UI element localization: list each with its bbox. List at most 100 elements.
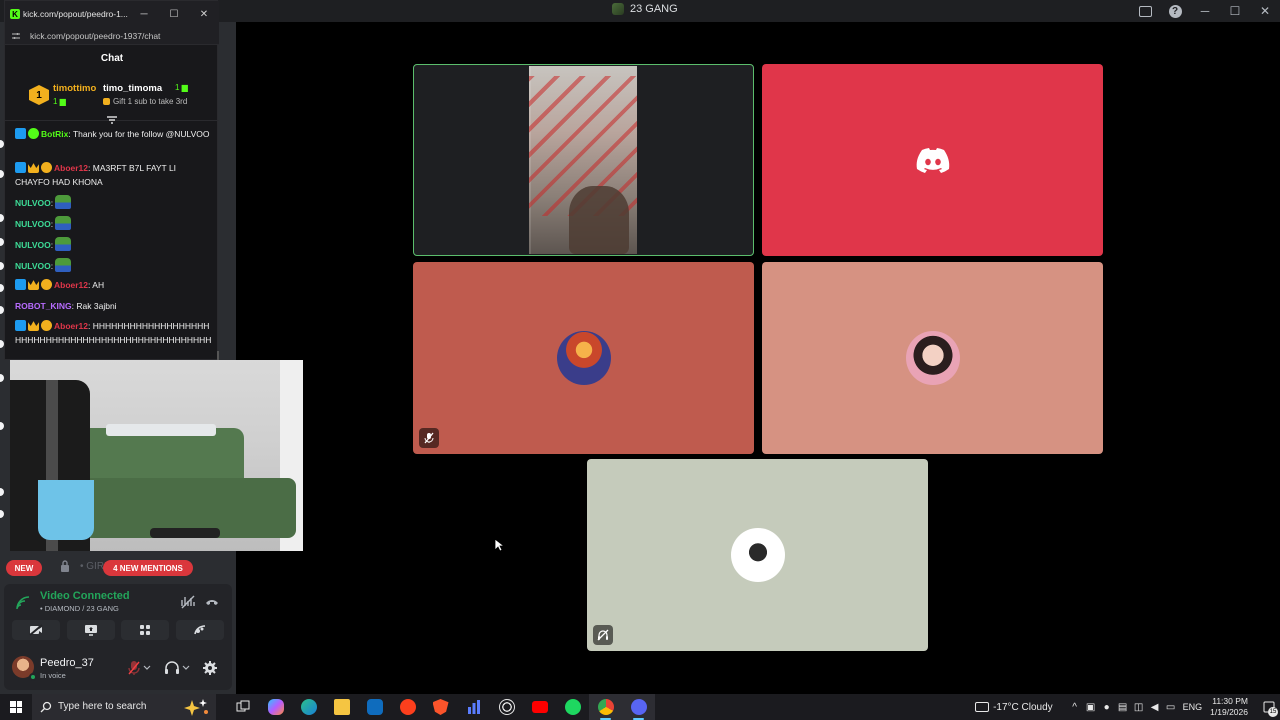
popout-url-bar[interactable]: kick.com/popout/peedro-1937/chat: [5, 27, 219, 45]
battery-button[interactable]: ▭: [1163, 694, 1179, 720]
site-info-icon[interactable]: [12, 32, 20, 40]
task-view-icon: [236, 700, 249, 712]
chat-username[interactable]: NULVOO: [15, 261, 51, 271]
user-panel: Peedro_37 In voice: [4, 644, 232, 690]
chart-app[interactable]: [457, 694, 490, 720]
new-mentions-pill[interactable]: 4 NEW MENTIONS: [103, 560, 193, 576]
chat-message[interactable]: Aboer12: HHHHHHHHHHHHHHHHHHHHHHHHHHHHHHH…: [15, 319, 213, 347]
youtube-app[interactable]: [523, 694, 556, 720]
pepe-emote-icon: [55, 237, 72, 251]
chat-username[interactable]: NULVOO: [15, 240, 51, 250]
popout-maximize-button[interactable]: ☐: [159, 1, 189, 27]
chat-username[interactable]: NULVOO: [15, 198, 51, 208]
discord-app[interactable]: [622, 694, 655, 720]
chat-message[interactable]: NULVOO:: [15, 237, 213, 252]
video-tile-avatar[interactable]: [762, 64, 1103, 256]
taskbar-search[interactable]: Type here to search: [32, 694, 216, 720]
obs-app[interactable]: [490, 694, 523, 720]
sub-badge-icon: [41, 162, 52, 173]
chat-username[interactable]: Aboer12: [54, 280, 88, 290]
camera-feed: [529, 66, 637, 254]
chat-username[interactable]: ROBOT_KING: [15, 301, 72, 311]
tray-app-button[interactable]: ▤: [1115, 694, 1131, 720]
chat-message[interactable]: BotRix: Thank you for the follow @NULVOO: [15, 127, 213, 141]
camera-button[interactable]: [12, 620, 60, 640]
disconnect-icon[interactable]: [204, 594, 220, 610]
tray-app-button[interactable]: ▣: [1083, 694, 1099, 720]
folder-icon: [333, 699, 350, 715]
mute-mic-button[interactable]: [128, 660, 152, 676]
participant-avatar: [556, 331, 611, 385]
connection-signal-icon[interactable]: [16, 596, 30, 610]
headphones-button[interactable]: [164, 660, 192, 676]
chat-username[interactable]: NULVOO: [15, 219, 51, 229]
chat-message[interactable]: NULVOO:: [15, 216, 213, 231]
chat-username[interactable]: Aboer12: [54, 163, 88, 173]
notification-center-button[interactable]: 15: [1258, 694, 1280, 720]
chat-message[interactable]: ROBOT_KING: Rak 3ajbni: [15, 299, 213, 313]
yandex-app[interactable]: [391, 694, 424, 720]
popout-minimize-button[interactable]: ─: [129, 1, 159, 27]
file-explorer-app[interactable]: [325, 694, 358, 720]
voice-status[interactable]: Video Connected: [40, 590, 130, 602]
inbox-button[interactable]: [1130, 0, 1160, 22]
spotify-app[interactable]: [556, 694, 589, 720]
edge-app[interactable]: [292, 694, 325, 720]
weather-widget[interactable]: -17°C Cloudy: [975, 702, 1053, 713]
user-name[interactable]: Peedro_37: [40, 657, 94, 669]
muted-badge: [419, 428, 439, 448]
sidebar-pill-row: NEW • GIRLS C 4 NEW MENTIONS: [6, 558, 230, 578]
chat-text: MA3RFT B7L FAYT LI CHAYFO HAD KHONA: [15, 163, 177, 187]
chat-message[interactable]: Aboer12: MA3RFT B7L FAYT LI CHAYFO HAD K…: [15, 161, 213, 189]
network-button[interactable]: ◫: [1131, 694, 1147, 720]
chat-username[interactable]: BotRix: [41, 129, 68, 139]
inbox-icon: [1138, 5, 1152, 17]
language-indicator[interactable]: ENG: [1183, 702, 1203, 712]
show-hidden-icons-button[interactable]: ^: [1067, 694, 1083, 720]
server-icon: [612, 3, 624, 15]
brave-app[interactable]: [424, 694, 457, 720]
start-button[interactable]: [10, 701, 22, 713]
activities-button[interactable]: [121, 620, 170, 640]
verified-badge-icon: [15, 128, 26, 139]
volume-button[interactable]: ◀: [1147, 694, 1163, 720]
microphone-tray-button[interactable]: ●: [1099, 694, 1115, 720]
video-tile-avatar[interactable]: [762, 262, 1103, 454]
close-button[interactable]: ✕: [1250, 0, 1280, 22]
chrome-app[interactable]: [589, 694, 622, 720]
task-view-button[interactable]: [226, 694, 259, 720]
chat-message[interactable]: Aboer12: AH: [15, 278, 213, 292]
outlook-app[interactable]: [358, 694, 391, 720]
voice-location[interactable]: • DIAMOND / 23 GANG: [40, 604, 119, 613]
gift-cta[interactable]: Gift 1 sub to take 3rd: [103, 97, 187, 106]
crown-badge-icon: [28, 280, 39, 290]
popout-title: kick.com/popout/peedro-1...: [23, 9, 128, 19]
video-tile-avatar[interactable]: [587, 459, 928, 651]
copilot-app[interactable]: [259, 694, 292, 720]
new-unreads-pill[interactable]: NEW: [6, 560, 42, 576]
noise-suppression-icon[interactable]: [180, 594, 196, 610]
help-button[interactable]: ?: [1160, 0, 1190, 22]
kick-logo-icon: K: [10, 9, 20, 19]
leaderboard-user[interactable]: timottimo: [53, 83, 96, 94]
chat-username[interactable]: Aboer12: [54, 321, 88, 331]
chat-message[interactable]: NULVOO:: [15, 195, 213, 210]
maximize-button[interactable]: ☐: [1220, 0, 1250, 22]
settings-gear-icon[interactable]: [202, 660, 218, 676]
minimize-button[interactable]: ─: [1190, 0, 1220, 22]
participant-avatar: [730, 528, 785, 582]
collapse-leaderboard-icon[interactable]: [107, 116, 117, 124]
soundboard-button[interactable]: [175, 620, 224, 640]
leaderboard-user[interactable]: timo_timoma: [103, 83, 162, 94]
video-tile-avatar[interactable]: [413, 262, 754, 454]
video-tile-camera[interactable]: [413, 64, 754, 256]
popout-close-button[interactable]: ✕: [189, 1, 219, 27]
webcam-preview[interactable]: [10, 360, 303, 551]
leaderboard-user-subcount: 1 ▆: [53, 97, 66, 106]
maximize-icon: ☐: [1229, 4, 1241, 18]
kick-chat-popout: K kick.com/popout/peedro-1... ─ ☐ ✕ kick…: [4, 0, 219, 361]
chat-message[interactable]: NULVOO:: [15, 258, 213, 273]
screen-share-button[interactable]: [66, 620, 115, 640]
clock[interactable]: 11:30 PM 1/19/2026: [1210, 696, 1248, 718]
crown-badge-icon: [28, 163, 39, 173]
